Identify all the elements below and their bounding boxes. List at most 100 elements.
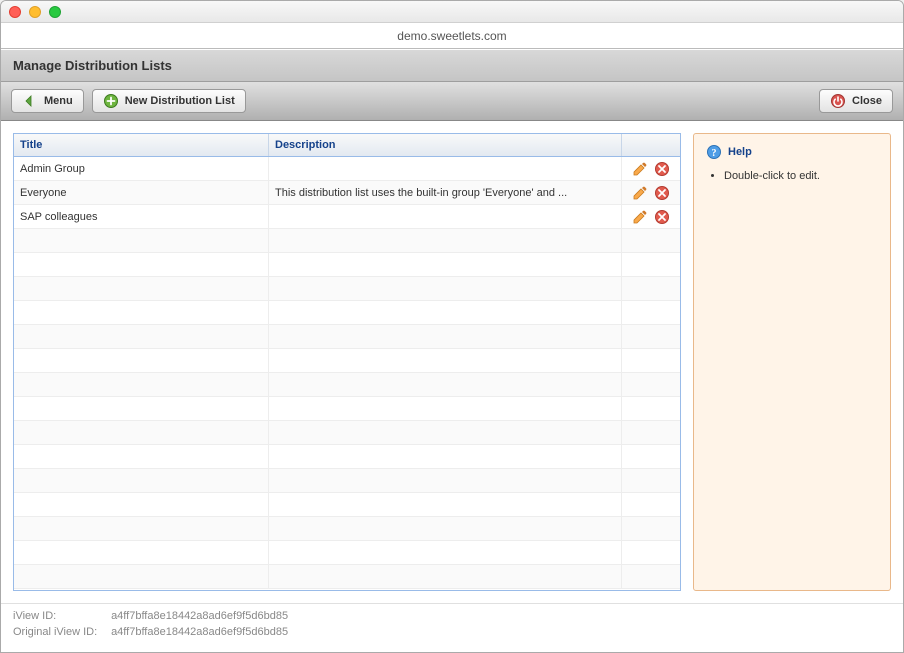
cell-description xyxy=(269,373,622,396)
column-description[interactable]: Description xyxy=(269,134,622,156)
cell-title xyxy=(14,541,269,564)
cell-actions xyxy=(622,301,680,324)
cell-title xyxy=(14,349,269,372)
table-row xyxy=(14,541,680,565)
table-row[interactable]: EveryoneThis distribution list uses the … xyxy=(14,181,680,205)
table-row xyxy=(14,325,680,349)
cell-description xyxy=(269,253,622,276)
cell-actions xyxy=(622,517,680,540)
grid-body: Admin GroupEveryoneThis distribution lis… xyxy=(14,157,680,590)
close-button-label: Close xyxy=(852,95,882,107)
content-area: Title Description Admin GroupEveryoneThi… xyxy=(1,121,903,603)
table-row[interactable]: Admin Group xyxy=(14,157,680,181)
cell-actions xyxy=(622,205,680,228)
page-title: Manage Distribution Lists xyxy=(1,49,903,82)
cell-title xyxy=(14,469,269,492)
table-row xyxy=(14,229,680,253)
table-row xyxy=(14,565,680,589)
delete-icon[interactable] xyxy=(654,209,670,225)
minimize-window-icon[interactable] xyxy=(29,6,41,18)
cell-actions xyxy=(622,157,680,180)
cell-description xyxy=(269,445,622,468)
pencil-icon[interactable] xyxy=(632,209,648,225)
cell-actions xyxy=(622,421,680,444)
pencil-icon[interactable] xyxy=(632,185,648,201)
cell-actions xyxy=(622,445,680,468)
column-title[interactable]: Title xyxy=(14,134,269,156)
close-button[interactable]: Close xyxy=(819,89,893,113)
cell-actions xyxy=(622,349,680,372)
table-row xyxy=(14,349,680,373)
cell-actions xyxy=(622,373,680,396)
toolbar: Menu New Distribution List Close xyxy=(1,82,903,121)
table-row xyxy=(14,373,680,397)
page-title-text: Manage Distribution Lists xyxy=(13,58,172,73)
original-iview-id-value: a4ff7bffa8e18442a8ad6ef9f5d6bd85 xyxy=(111,626,288,638)
add-icon xyxy=(103,93,119,109)
titlebar xyxy=(1,1,903,23)
help-item: Double-click to edit. xyxy=(724,170,878,182)
iview-id-value: a4ff7bffa8e18442a8ad6ef9f5d6bd85 xyxy=(111,610,288,622)
cell-title xyxy=(14,493,269,516)
cell-title xyxy=(14,301,269,324)
table-row xyxy=(14,445,680,469)
grid-header: Title Description xyxy=(14,134,680,157)
cell-actions xyxy=(622,325,680,348)
table-row xyxy=(14,253,680,277)
menu-button[interactable]: Menu xyxy=(11,89,84,113)
original-iview-id-label: Original iView ID: xyxy=(13,626,108,638)
cell-title xyxy=(14,277,269,300)
table-row xyxy=(14,421,680,445)
cell-actions xyxy=(622,541,680,564)
help-icon: ? xyxy=(706,144,722,160)
table-row xyxy=(14,493,680,517)
cell-description xyxy=(269,469,622,492)
cell-actions xyxy=(622,397,680,420)
zoom-window-icon[interactable] xyxy=(49,6,61,18)
cell-title xyxy=(14,397,269,420)
table-row xyxy=(14,277,680,301)
cell-description: This distribution list uses the built-in… xyxy=(269,181,622,204)
table-row xyxy=(14,469,680,493)
cell-title: Everyone xyxy=(14,181,269,204)
menu-button-label: Menu xyxy=(44,95,73,107)
address-bar[interactable]: demo.sweetlets.com xyxy=(1,23,903,49)
app-window: demo.sweetlets.com Manage Distribution L… xyxy=(0,0,904,653)
cell-title xyxy=(14,421,269,444)
new-button-label: New Distribution List xyxy=(125,95,235,107)
cell-title xyxy=(14,565,269,588)
new-distribution-list-button[interactable]: New Distribution List xyxy=(92,89,246,113)
cell-actions xyxy=(622,181,680,204)
cell-description xyxy=(269,325,622,348)
cell-description xyxy=(269,541,622,564)
svg-text:?: ? xyxy=(712,148,717,159)
cell-description xyxy=(269,421,622,444)
help-panel: ? Help Double-click to edit. xyxy=(693,133,891,591)
cell-title: SAP colleagues xyxy=(14,205,269,228)
cell-description xyxy=(269,205,622,228)
pencil-icon[interactable] xyxy=(632,161,648,177)
back-arrow-icon xyxy=(22,93,38,109)
delete-icon[interactable] xyxy=(654,161,670,177)
cell-description xyxy=(269,301,622,324)
cell-description xyxy=(269,565,622,588)
delete-icon[interactable] xyxy=(654,185,670,201)
table-row[interactable]: SAP colleagues xyxy=(14,205,680,229)
cell-title xyxy=(14,373,269,396)
cell-actions xyxy=(622,469,680,492)
cell-description xyxy=(269,277,622,300)
close-window-icon[interactable] xyxy=(9,6,21,18)
cell-description xyxy=(269,349,622,372)
window-controls xyxy=(9,6,61,18)
cell-title: Admin Group xyxy=(14,157,269,180)
help-title: ? Help xyxy=(706,144,878,160)
help-list: Double-click to edit. xyxy=(706,170,878,182)
url-text: demo.sweetlets.com xyxy=(397,29,506,43)
cell-description xyxy=(269,517,622,540)
cell-actions xyxy=(622,253,680,276)
cell-title xyxy=(14,253,269,276)
cell-title xyxy=(14,229,269,252)
cell-description xyxy=(269,229,622,252)
cell-title xyxy=(14,445,269,468)
table-row xyxy=(14,517,680,541)
